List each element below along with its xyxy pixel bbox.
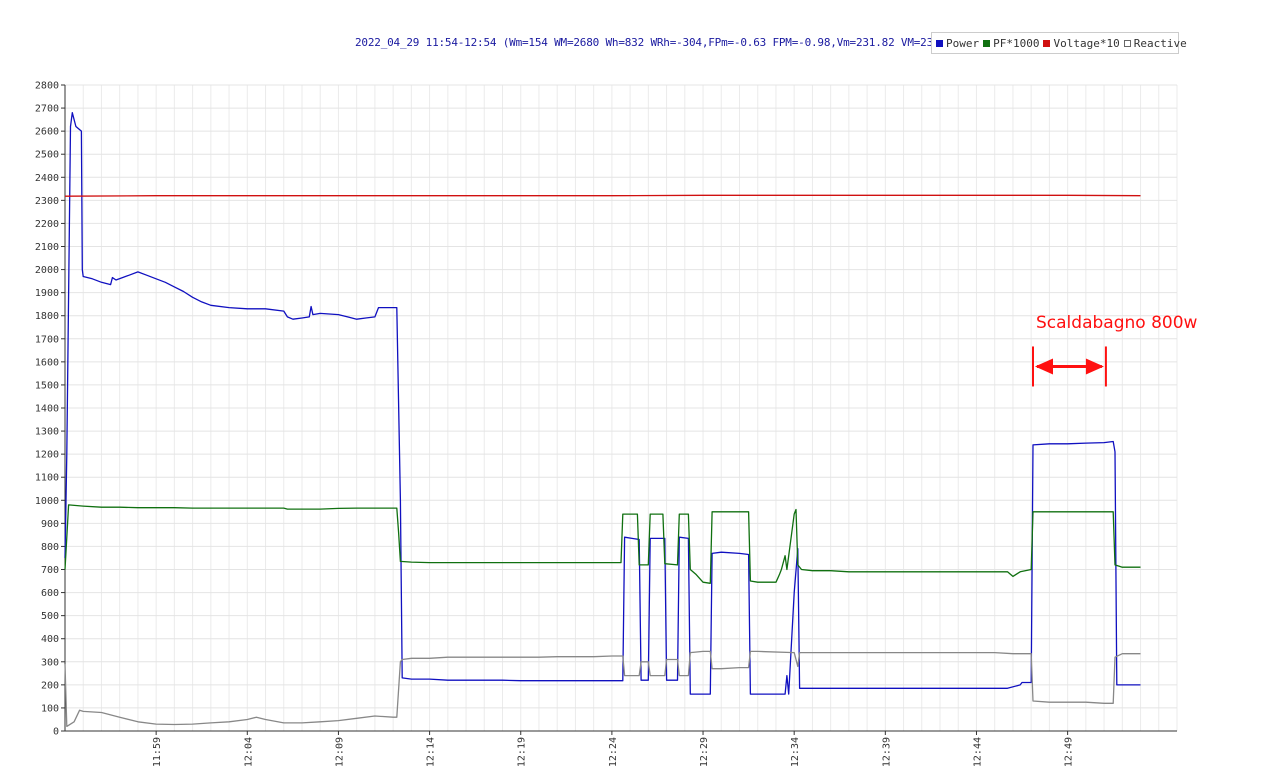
y-tick-label: 2300 (35, 196, 59, 207)
x-tick-label: 12:04 (243, 737, 254, 767)
y-tick-label: 100 (41, 703, 59, 714)
y-tick-label: 0 (53, 727, 59, 738)
y-tick-label: 300 (41, 657, 59, 668)
legend-label-voltage: Voltage*10 (1053, 36, 1120, 50)
chart-legend: Power PF*1000 Voltage*10 Reactive (931, 32, 1187, 54)
y-tick-label: 2000 (35, 265, 59, 276)
y-tick-label: 2200 (35, 219, 59, 230)
x-tick-label: 12:49 (1064, 737, 1075, 767)
x-tick-label: 12:09 (334, 737, 345, 767)
y-tick-label: 1600 (35, 357, 59, 368)
y-tick-label: 700 (41, 565, 59, 576)
x-tick-label: 12:39 (881, 737, 892, 767)
y-tick-label: 1400 (35, 404, 59, 415)
legend-label-pf: PF*1000 (993, 36, 1040, 50)
y-tick-label: 800 (41, 542, 59, 553)
y-tick-label: 400 (41, 634, 59, 645)
y-tick-label: 600 (41, 588, 59, 599)
legend-label-power: Power (946, 36, 980, 50)
annotation-label: Scaldabagno 800w (1036, 313, 1198, 333)
x-tick-label: 12:24 (608, 737, 619, 767)
y-tick-label: 1900 (35, 288, 59, 299)
y-tick-label: 1700 (35, 334, 59, 345)
x-tick-label: 11:59 (152, 737, 163, 767)
y-tick-label: 2100 (35, 242, 59, 253)
y-tick-label: 1500 (35, 380, 59, 391)
y-tick-label: 900 (41, 519, 59, 530)
y-tick-label: 2600 (35, 127, 59, 138)
legend-swatch-voltage (1043, 39, 1051, 47)
y-tick-label: 2700 (35, 104, 59, 115)
y-tick-label: 1000 (35, 496, 59, 507)
y-tick-label: 2800 (35, 81, 59, 92)
y-tick-label: 2500 (35, 150, 59, 161)
y-tick-label: 500 (41, 611, 59, 622)
legend-item-voltage: Voltage*10 (1043, 36, 1120, 50)
y-tick-label: 1200 (35, 450, 59, 461)
legend-item-pf: PF*1000 (983, 37, 1039, 50)
chart-canvas: 0 100 200 300 400 500 600 700 800 900 1000 1100 1200… (35, 81, 1178, 767)
legend-swatch-reactive (1123, 39, 1131, 47)
legend-item-power: Power (936, 37, 979, 50)
chart-title: 2022_04_29 11:54-12:54 (Wm=154 WM=2680 W… (355, 36, 966, 49)
x-tick-label: 12:14 (426, 737, 437, 767)
x-tick-label: 12:44 (972, 737, 983, 767)
x-tick-label: 12:19 (517, 737, 528, 767)
y-tick-label: 2400 (35, 173, 59, 184)
y-tick-label: 200 (41, 680, 59, 691)
y-tick-label: 1300 (35, 427, 59, 438)
x-tick-label: 12:29 (699, 737, 710, 767)
legend-swatch-pf (983, 39, 991, 47)
legend-label-reactive: Reactive (1133, 36, 1187, 50)
legend-item-reactive: Reactive (1123, 36, 1187, 50)
x-tick-label: 12:34 (790, 737, 801, 767)
legend-swatch-power (936, 39, 943, 47)
y-tick-label: 1800 (35, 311, 59, 322)
y-tick-label: 1100 (35, 473, 59, 484)
chart-grid (64, 84, 1178, 732)
